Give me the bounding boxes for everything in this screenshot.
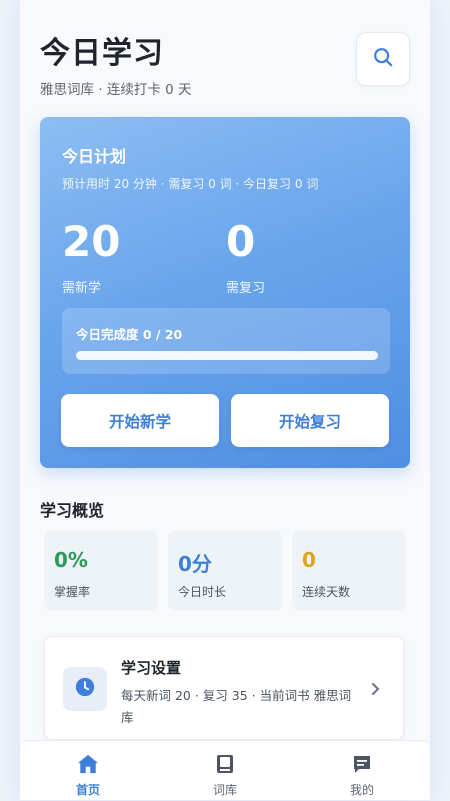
settings-description: 每天新词 20 · 复习 35 · 当前词书 雅思词库 xyxy=(121,688,352,725)
app-screen: 今日学习 雅思词库 · 连续打卡 0 天 今日计划 预计用时 20 分钟 · 需… xyxy=(20,0,430,800)
stat-streak-value: 0 xyxy=(302,548,316,572)
profile-message-icon xyxy=(352,753,372,775)
start-new-button[interactable]: 开始新学 xyxy=(61,394,219,447)
review-words-count: 0 xyxy=(226,217,256,266)
page-subtitle: 雅思词库 · 连续打卡 0 天 xyxy=(40,82,192,98)
tab-mine[interactable]: 我的 xyxy=(294,741,430,801)
clock-icon xyxy=(74,676,96,702)
study-settings-card[interactable]: 学习设置 每天新词 20 · 复习 35 · 当前词书 雅思词库 xyxy=(44,636,404,740)
tab-library-label: 词库 xyxy=(212,783,237,797)
stat-mastery-value: 0% xyxy=(54,548,88,572)
stat-mastery: 0% 掌握率 xyxy=(44,530,158,611)
review-words-label: 需复习 xyxy=(226,281,266,296)
stat-streak-label: 连续天数 xyxy=(302,585,351,599)
page-title: 今日学习 xyxy=(40,36,164,71)
stat-mastery-label: 掌握率 xyxy=(54,585,91,599)
stat-streak: 0 连续天数 xyxy=(292,530,406,611)
start-review-button[interactable]: 开始复习 xyxy=(231,394,389,447)
progress-text: 今日完成度 0 / 20 xyxy=(76,327,183,342)
tab-home[interactable]: 首页 xyxy=(20,741,156,801)
book-icon xyxy=(216,753,234,775)
progress-bar xyxy=(76,351,378,360)
home-icon xyxy=(77,753,99,775)
new-words-count: 20 xyxy=(62,217,121,266)
stat-duration-value: 0分 xyxy=(178,552,212,576)
today-plan-card: 今日计划 预计用时 20 分钟 · 需复习 0 词 · 今日复习 0 词 20 … xyxy=(40,117,410,468)
plan-description: 预计用时 20 分钟 · 需复习 0 词 · 今日复习 0 词 xyxy=(62,177,319,191)
search-button[interactable] xyxy=(356,32,410,86)
bottom-tab-bar: 首页 词库 我的 xyxy=(20,740,430,800)
plan-title: 今日计划 xyxy=(62,147,127,166)
settings-icon-box xyxy=(63,667,107,711)
stat-duration: 0分 今日时长 xyxy=(168,530,282,611)
search-icon xyxy=(372,46,394,72)
settings-title: 学习设置 xyxy=(121,659,182,677)
overview-title: 学习概览 xyxy=(40,501,105,520)
tab-home-label: 首页 xyxy=(75,783,100,797)
stat-duration-label: 今日时长 xyxy=(178,585,227,599)
new-words-label: 需新学 xyxy=(62,281,102,296)
chevron-right-icon xyxy=(371,681,381,700)
tab-mine-label: 我的 xyxy=(349,783,374,797)
tab-library[interactable]: 词库 xyxy=(157,741,293,801)
daily-progress-box: 今日完成度 0 / 20 xyxy=(62,308,390,374)
